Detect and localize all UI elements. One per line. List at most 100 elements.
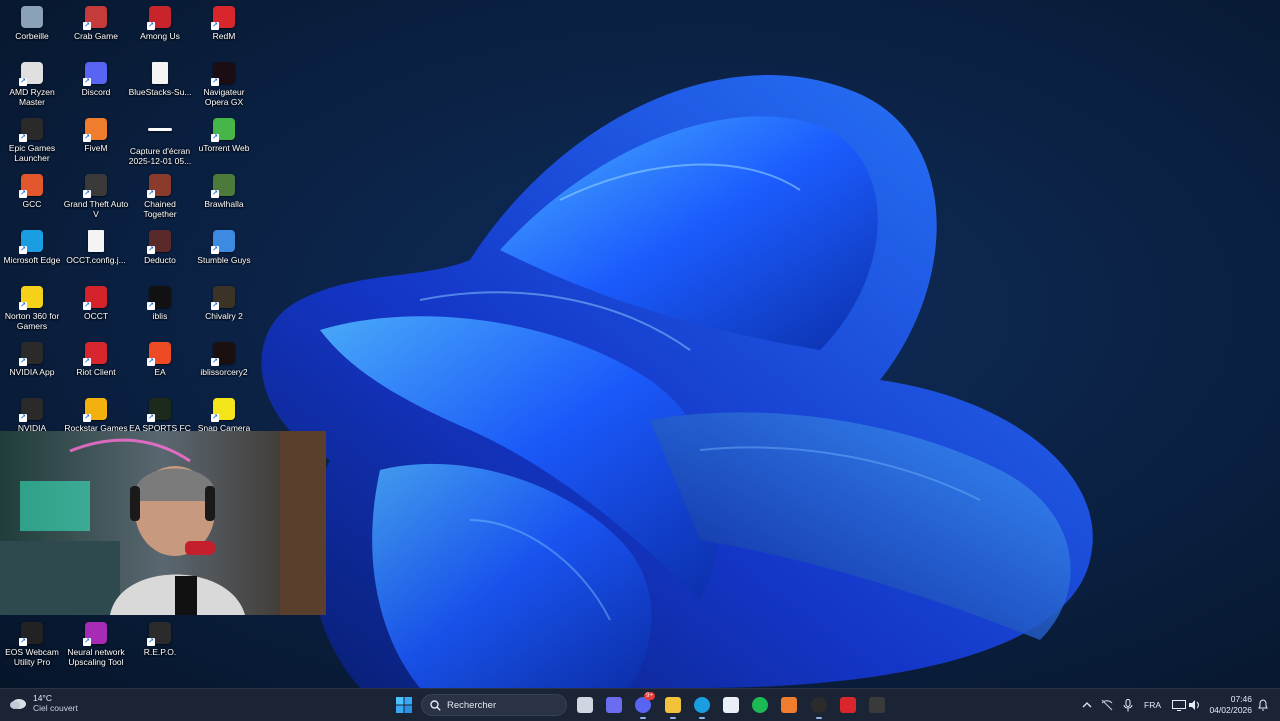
desktop-icon[interactable]: ↗ Navigateur Opera GX <box>192 58 256 114</box>
shortcut-arrow-icon: ↗ <box>211 414 219 422</box>
desktop-icon[interactable]: ↗ Chained Together <box>128 170 192 226</box>
desktop-icon[interactable]: ↗ iblis <box>128 282 192 338</box>
search-input[interactable]: Rechercher <box>421 694 567 716</box>
desktop-icon[interactable]: ↗ iblissorcery2 <box>192 338 256 394</box>
redm-icon: ↗ <box>211 6 235 30</box>
desktop-icon[interactable]: ↗ Stumble Guys <box>192 226 256 282</box>
taskbar-app-edge[interactable] <box>691 694 713 719</box>
desktop-icon[interactable]: OCCT.config.j... <box>64 226 128 282</box>
network-off-icon <box>1101 699 1113 711</box>
redm-icon <box>840 697 856 713</box>
taskbar-app-discord[interactable]: 9+ <box>632 692 655 719</box>
desktop-icon[interactable]: ↗ Crab Game <box>64 2 128 58</box>
desktop-icon[interactable]: ↗ uTorrent Web <box>192 114 256 170</box>
clock[interactable]: 07:46 04/02/2026 <box>1206 694 1252 716</box>
desktop-icon[interactable]: ↗ Chivalry 2 <box>192 282 256 338</box>
webcam-overlay <box>0 431 326 615</box>
file-icon <box>88 230 104 252</box>
taskbar-app-redm[interactable] <box>837 694 859 716</box>
desktop-icon-label: R.E.P.O. <box>143 647 177 657</box>
rockstar-icon: ↗ <box>83 398 107 422</box>
taskbar-app-microsoft-store[interactable] <box>720 694 742 716</box>
desktop-icon[interactable]: ↗ Norton 360 for Gamers <box>0 282 64 338</box>
fivem-icon: ↗ <box>83 118 107 142</box>
shortcut-arrow-icon: ↗ <box>83 78 91 86</box>
microphone-button[interactable] <box>1117 694 1139 716</box>
shortcut-arrow-icon: ↗ <box>147 638 155 646</box>
taskbar-app-file-explorer[interactable] <box>662 694 684 719</box>
desktop-icon[interactable]: ↗ Grand Theft Auto V <box>64 170 128 226</box>
running-indicator <box>816 717 822 719</box>
desktop-icon[interactable]: ↗ Brawlhalla <box>192 170 256 226</box>
desktop-icon[interactable]: ↗ R.E.P.O. <box>128 618 192 674</box>
notification-bell-icon <box>1258 699 1268 711</box>
recycle-bin-icon <box>21 6 43 28</box>
shortcut-arrow-icon: ↗ <box>83 358 91 366</box>
desktop-icon-label: Navigateur Opera GX <box>203 87 245 107</box>
desktop-icon-label: Epic Games Launcher <box>8 143 56 163</box>
taskbar-app-eos-webcam[interactable] <box>866 694 888 716</box>
eos-webcam-icon <box>869 697 885 713</box>
volume-icon <box>1189 700 1199 710</box>
weather-temperature: 14°C <box>33 693 52 703</box>
desktop-icon[interactable]: ↗ AMD Ryzen Master <box>0 58 64 114</box>
epic-games-icon: ↗ <box>19 118 43 142</box>
edge-icon: ↗ <box>19 230 43 254</box>
running-indicator <box>699 717 705 719</box>
shortcut-arrow-icon: ↗ <box>83 22 91 30</box>
shortcut-arrow-icon: ↗ <box>147 22 155 30</box>
desktop-icon[interactable]: BlueStacks-Su... <box>128 58 192 114</box>
neural-network-icon: ↗ <box>83 622 107 646</box>
desktop-icon[interactable]: ↗ NVIDIA App <box>0 338 64 394</box>
repo-icon: ↗ <box>147 622 171 646</box>
desktop-icon[interactable]: ↗ Deducto <box>128 226 192 282</box>
language-indicator[interactable]: FRA <box>1144 700 1161 710</box>
desktop-icon[interactable]: ↗ RedM <box>192 2 256 58</box>
desktop-icon[interactable]: ↗ OCCT <box>64 282 128 338</box>
edge-icon <box>694 697 710 713</box>
desktop-icon-label: Stumble Guys <box>197 255 251 265</box>
desktop-icon[interactable]: ↗ Microsoft Edge <box>0 226 64 282</box>
clock-date: 04/02/2026 <box>1209 705 1252 715</box>
desktop-icon-label: Chained Together <box>143 199 177 219</box>
desktop-icon-label: EA <box>154 367 166 377</box>
search-icon <box>430 699 441 711</box>
show-hidden-icons-button[interactable] <box>1076 694 1098 716</box>
desktop-icon[interactable]: ↗ EA <box>128 338 192 394</box>
desktop-icon[interactable]: ↗ Riot Client <box>64 338 128 394</box>
network-status-button[interactable] <box>1096 694 1118 716</box>
desktop-icon-label: Corbeille <box>15 31 49 41</box>
opera-gx-icon: ↗ <box>211 62 235 86</box>
taskbar-app-obs[interactable] <box>808 694 830 719</box>
desktop-icon-label: Brawlhalla <box>204 199 244 209</box>
desktop-icon-label: Neural network Upscaling Tool <box>67 647 125 667</box>
shortcut-arrow-icon: ↗ <box>83 190 91 198</box>
shortcut-arrow-icon: ↗ <box>147 358 155 366</box>
desktop-icon-label: GCC <box>22 199 42 209</box>
shortcut-arrow-icon: ↗ <box>147 414 155 422</box>
desktop-icon[interactable]: ↗ Epic Games Launcher <box>0 114 64 170</box>
weather-widget[interactable]: 14°C Ciel couvert <box>8 693 78 713</box>
shortcut-arrow-icon: ↗ <box>211 22 219 30</box>
taskbar-app-fivem[interactable] <box>778 694 800 716</box>
microphone-icon <box>1123 698 1133 711</box>
volume-button[interactable] <box>1184 694 1206 716</box>
desktop-icon[interactable]: ↗ Neural network Upscaling Tool <box>64 618 128 674</box>
desktop-icon[interactable]: ↗ FiveM <box>64 114 128 170</box>
desktop-icon[interactable]: ↗ GCC <box>0 170 64 226</box>
deducto-icon: ↗ <box>147 230 171 254</box>
taskbar-app-task-view[interactable] <box>574 694 596 716</box>
taskbar-app-copilot[interactable] <box>603 694 625 716</box>
occt-icon: ↗ <box>83 286 107 310</box>
iblissorcery-icon: ↗ <box>211 342 235 366</box>
taskbar-app-spotify[interactable] <box>749 694 771 716</box>
start-button[interactable] <box>393 694 415 716</box>
desktop-icon[interactable]: ↗ Among Us <box>128 2 192 58</box>
taskbar: 14°C Ciel couvert Rechercher FRA 07:46 0… <box>0 688 1280 721</box>
shortcut-arrow-icon: ↗ <box>83 414 91 422</box>
desktop-icon[interactable]: Capture d'écran 2025-12-01 05... <box>128 114 192 170</box>
desktop-icon[interactable]: Corbeille <box>0 2 64 58</box>
desktop-icon[interactable]: ↗ EOS Webcam Utility Pro <box>0 618 64 674</box>
notifications-button[interactable] <box>1252 694 1274 716</box>
desktop-icon[interactable]: ↗ Discord <box>64 58 128 114</box>
